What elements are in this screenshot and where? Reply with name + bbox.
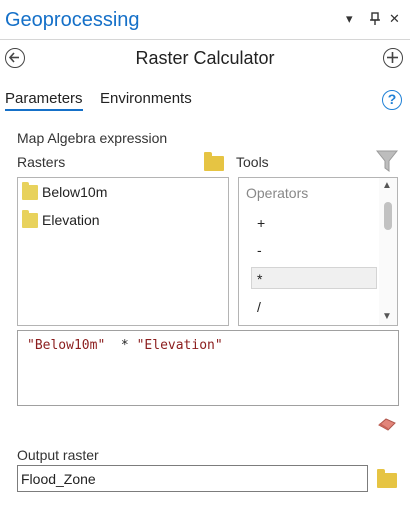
plus-icon [387,52,398,63]
raster-folder-icon [22,210,38,228]
tools-label: Tools [236,154,269,170]
browse-rasters-folder-icon[interactable] [204,152,224,171]
pane-menu-dropdown-icon[interactable]: ▾ [346,12,353,26]
operator-multiply[interactable]: * [251,267,377,289]
pane-header: Geoprocessing ▾ ✕ [0,0,410,40]
tab-parameters[interactable]: Parameters [5,90,83,111]
eraser-icon[interactable] [378,418,396,431]
expression-text: "Below10m" * "Elevation" [27,338,223,353]
output-raster-label: Output raster [17,447,99,463]
filter-icon[interactable] [376,149,398,173]
list-item-raster[interactable]: Below10m [20,182,220,202]
tool-title: Raster Calculator [135,48,275,68]
rasters-label: Rasters [17,154,66,170]
list-item-raster[interactable]: Elevation [20,210,220,230]
scroll-up-icon[interactable]: ▲ [382,180,392,191]
rasters-list[interactable]: Below10m Elevation [17,177,229,326]
expression-editor[interactable]: "Below10m" * "Elevation" [17,330,399,406]
operators-heading: Operators [246,185,309,201]
pane-title: Geoprocessing [5,9,140,31]
expression-label: Map Algebra expression [17,130,168,146]
raster-folder-icon [22,182,38,200]
tools-scrollbar[interactable]: ▲ ▼ [379,178,397,325]
pin-icon[interactable] [369,12,381,29]
operator-minus[interactable]: - [251,239,377,261]
add-button[interactable] [383,48,403,68]
tab-environments[interactable]: Environments [100,90,192,107]
tools-list[interactable]: Operators + - * / ▲ ▼ [238,177,398,326]
operator-plus[interactable]: + [251,212,377,234]
close-icon[interactable]: ✕ [389,12,400,26]
scroll-down-icon[interactable]: ▼ [382,311,392,322]
browse-output-folder-icon[interactable] [377,469,397,488]
operator-divide[interactable]: / [251,296,377,318]
scroll-thumb[interactable] [384,202,392,230]
output-raster-input[interactable] [17,465,368,492]
help-button[interactable]: ? [382,90,402,110]
